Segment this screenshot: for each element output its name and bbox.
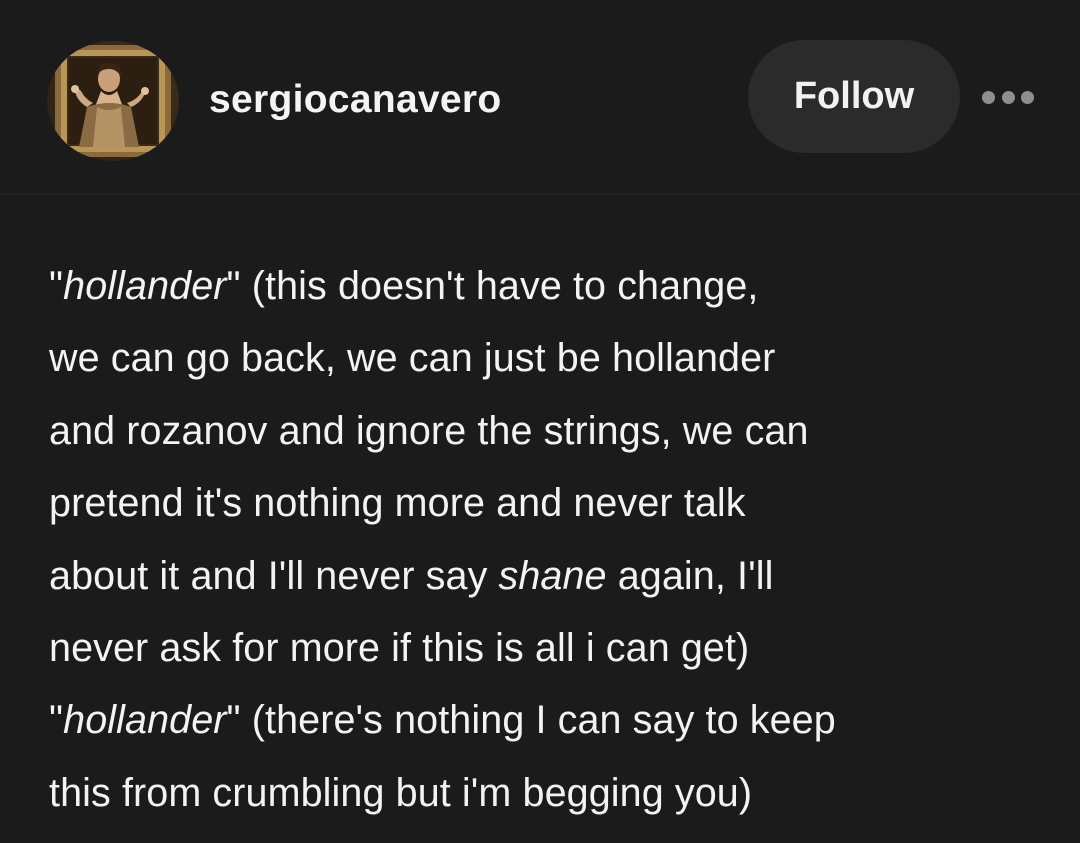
follow-button[interactable]: Follow bbox=[748, 40, 960, 153]
post-line: "hollander" (there's nothing I can say t… bbox=[49, 684, 1049, 756]
post-line: and rozanov and ignore the strings, we c… bbox=[49, 408, 809, 453]
post-line: never ask for more if this is all i can … bbox=[49, 626, 750, 671]
post-text-italic: shane bbox=[498, 553, 607, 598]
painting-avatar-icon bbox=[55, 45, 171, 157]
post-text: " bbox=[49, 264, 64, 308]
post-text: about it and I'll never say bbox=[49, 553, 499, 598]
author-username[interactable]: sergiocanavero bbox=[209, 78, 502, 122]
post-text: again, I'll bbox=[606, 553, 774, 598]
post-line: we can go back, we can just be hollander bbox=[49, 336, 776, 381]
more-dots-icon bbox=[1001, 90, 1015, 104]
more-options-button[interactable] bbox=[982, 85, 1034, 109]
post-text: " bbox=[49, 698, 64, 743]
post-line: "hollander" (this doesn't have to change… bbox=[49, 250, 1049, 322]
post-body: "hollander" (this doesn't have to change… bbox=[49, 250, 1049, 829]
post-line: pretend it's nothing more and never talk bbox=[49, 481, 746, 526]
more-dots-icon bbox=[1021, 90, 1034, 104]
more-dots-icon bbox=[982, 90, 995, 104]
post-line: this from crumbling but i'm begging you) bbox=[49, 770, 753, 815]
post-text-italic: hollander bbox=[63, 698, 227, 743]
post-header: sergiocanavero Follow bbox=[0, 0, 1080, 195]
post-line: about it and I'll never say shane again,… bbox=[49, 540, 1049, 612]
post-text: " (there's nothing I can say to keep bbox=[226, 698, 836, 743]
avatar[interactable] bbox=[47, 41, 179, 161]
post-text: " (this doesn't have to change, bbox=[226, 264, 759, 308]
post-text-italic: hollander bbox=[63, 264, 227, 308]
